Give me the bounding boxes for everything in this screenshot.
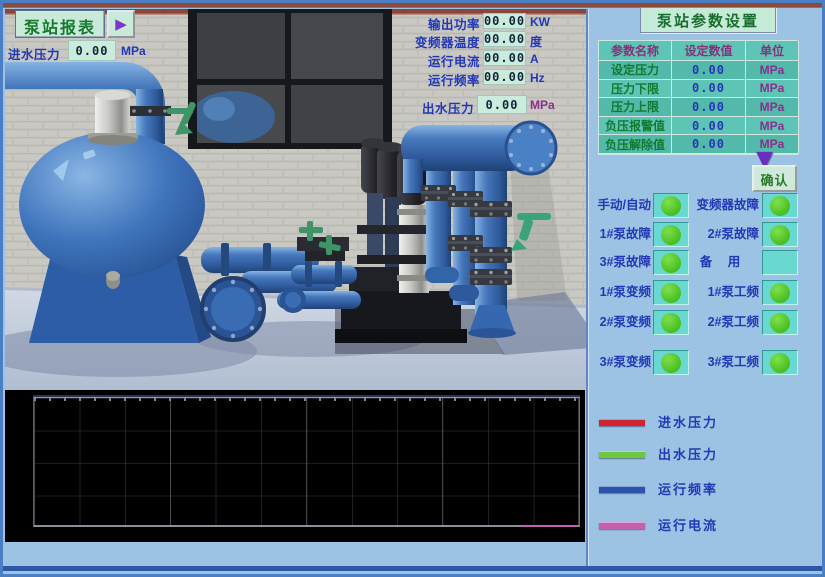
pipe-end-flange: [202, 278, 264, 340]
hmi-main-window: 泵站报表 ▶ 进水压力 0.00 MPa 输出功率 00.00 KW 变频器温度…: [0, 0, 825, 577]
status-lamp: [762, 193, 798, 218]
settings-panel-title: 泵站参数设置: [640, 7, 776, 33]
param-setvalue[interactable]: 0.00: [672, 98, 746, 117]
report-button-label[interactable]: 泵站报表: [15, 10, 105, 38]
param-name: 负压报警值: [599, 117, 672, 136]
lamp-on-indicator: [770, 196, 790, 216]
lamp-on-indicator: [770, 225, 790, 245]
status-lamp: [762, 250, 798, 275]
status-lamp: [653, 250, 689, 275]
status-label-pump2-fault: 2#泵故障: [687, 222, 759, 247]
output-power-label: 输出功率: [383, 14, 480, 33]
run-frequency-value: 00.00: [483, 69, 526, 85]
legend-swatch-run-current: [599, 522, 645, 529]
param-name: 负压解除值: [599, 135, 672, 154]
inverter-temp-value: 00.00: [483, 31, 526, 47]
plot-tick-marks: [34, 398, 579, 401]
lamp-on-indicator: [770, 353, 790, 373]
inverter-temp-unit: 度: [530, 33, 542, 50]
col-header-unit: 单位: [746, 41, 799, 61]
confirm-button[interactable]: 确认: [752, 165, 797, 192]
inlet-pressure-unit: MPa: [121, 44, 146, 58]
legend-swatch-outlet-pressure: [599, 451, 645, 458]
trend-plot-area: [33, 397, 580, 527]
status-label-vfd-fault: 变频器故障: [687, 193, 759, 218]
status-lamp: [653, 350, 689, 375]
status-label-pump1-mains: 1#泵工频: [687, 280, 759, 305]
status-label-pump3-fault: 3#泵故障: [587, 250, 651, 275]
param-setvalue[interactable]: 0.00: [672, 117, 746, 136]
outlet-pressure-unit: MPa: [530, 98, 555, 112]
status-label-pump1-fault: 1#泵故障: [587, 222, 651, 247]
legend-swatch-inlet-pressure: [599, 419, 645, 426]
status-label-spare: 备 用: [687, 250, 759, 275]
col-header-setvalue: 设定数值: [672, 41, 746, 61]
settings-table: 参数名称 设定数值 单位 设定压力 0.00 MPa 压力下限 0.00 MPa…: [598, 40, 798, 155]
inlet-pressure-value: 0.00: [68, 40, 116, 61]
lamp-on-indicator: [661, 253, 681, 273]
param-setvalue[interactable]: 0.00: [672, 135, 746, 154]
outlet-pressure-value: 0.00: [477, 95, 527, 114]
output-power-value: 00.00: [483, 13, 526, 29]
lamp-on-indicator: [661, 225, 681, 245]
status-label-pump1-vfd: 1#泵变频: [587, 280, 651, 305]
trend-chart: [5, 390, 585, 542]
lamp-on-indicator: [661, 283, 681, 303]
legend-label: 运行电流: [658, 518, 718, 534]
run-current-unit: A: [530, 52, 539, 66]
bottom-accent-band: [3, 566, 822, 571]
legend-label: 进水压力: [658, 415, 718, 431]
param-name: 设定压力: [599, 61, 672, 80]
param-unit: MPa: [746, 98, 799, 117]
status-lamp: [762, 280, 798, 305]
status-label-pump3-vfd: 3#泵变频: [587, 350, 651, 375]
status-label-pump3-mains: 3#泵工频: [687, 350, 759, 375]
status-lamp: [762, 222, 798, 247]
status-lamp: [653, 280, 689, 305]
status-label-pump2-mains: 2#泵工频: [687, 310, 759, 335]
status-lamp: [653, 193, 689, 218]
trace-run-current: [522, 525, 578, 527]
param-setvalue[interactable]: 0.00: [672, 80, 746, 99]
play-icon[interactable]: ▶: [107, 10, 135, 38]
run-frequency-unit: Hz: [530, 71, 545, 85]
param-setvalue[interactable]: 0.00: [672, 61, 746, 80]
inverter-temp-label: 变频器温度: [383, 32, 480, 51]
run-frequency-label: 运行频率: [383, 70, 480, 89]
lamp-on-indicator: [661, 353, 681, 373]
lamp-on-indicator: [770, 283, 790, 303]
window-reflection: [191, 91, 275, 143]
lamp-on-indicator: [661, 313, 681, 333]
status-label-manual-auto: 手动/自动: [587, 193, 651, 218]
outlet-pressure-label: 出水压力: [377, 98, 474, 117]
lamp-on-indicator: [661, 196, 681, 216]
tank-vent-cylinder: [95, 95, 130, 135]
run-current-label: 运行电流: [383, 51, 480, 70]
pump-station-3d-view: [5, 9, 587, 390]
status-lamp: [653, 310, 689, 335]
legend-swatch-run-frequency: [599, 486, 645, 493]
status-lamp: [653, 222, 689, 247]
status-label-pump2-vfd: 2#泵变频: [587, 310, 651, 335]
inlet-pressure-label: 进水压力: [8, 44, 60, 63]
output-power-unit: KW: [530, 15, 550, 29]
report-button[interactable]: 泵站报表 ▶: [15, 10, 135, 38]
param-unit: MPa: [746, 117, 799, 136]
legend-label: 出水压力: [658, 447, 718, 463]
param-name: 压力下限: [599, 80, 672, 99]
param-name: 压力上限: [599, 98, 672, 117]
legend-label: 运行频率: [658, 482, 718, 498]
param-unit: MPa: [746, 80, 799, 99]
run-current-value: 00.00: [483, 50, 526, 66]
status-lamp: [762, 350, 798, 375]
param-unit: MPa: [746, 61, 799, 80]
status-lamp: [762, 310, 798, 335]
lamp-on-indicator: [770, 313, 790, 333]
window: [188, 9, 392, 149]
col-header-name: 参数名称: [599, 41, 672, 61]
